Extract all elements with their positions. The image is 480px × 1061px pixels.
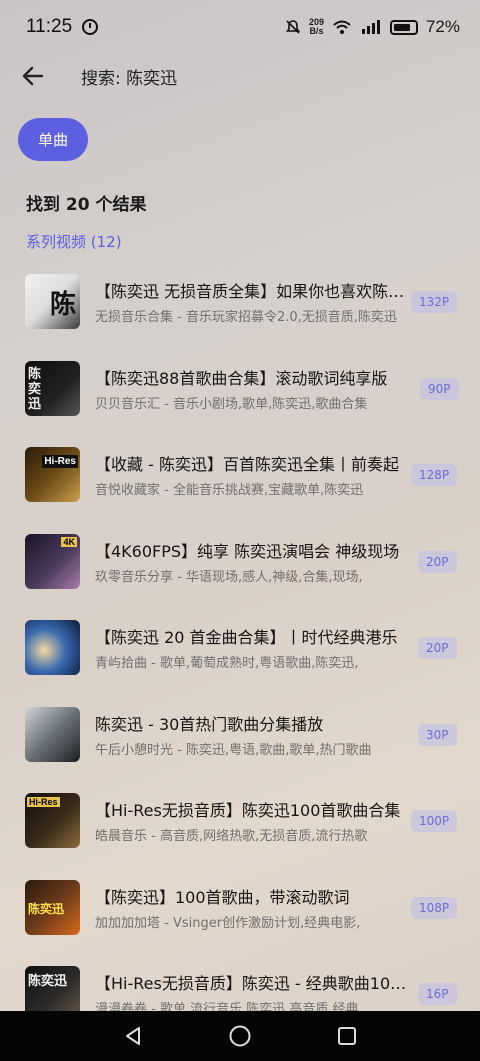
episode-count-badge: 30P — [418, 723, 457, 746]
status-time: 11:25 — [26, 16, 73, 37]
item-title: 【Hi-Res无损音质】陈奕迅100首歌曲合集 — [95, 801, 401, 820]
item-subtitle: 青屿拾曲 - 歌单,葡萄成熟时,粤语歌曲,陈奕迅, — [95, 656, 359, 671]
item-title: 【陈奕迅88首歌曲合集】滚动歌词纯享版 — [95, 368, 388, 388]
status-bar: 11:25 209 B/s 72% — [0, 0, 480, 54]
results-count: 找到 20 个结果 — [26, 195, 147, 215]
top-bar: 搜索: 陈奕迅 — [0, 54, 480, 98]
thumbnail-text: Hi-Res — [42, 455, 78, 468]
video-thumbnail: Hi-Res — [25, 447, 80, 502]
battery-level: 72% — [425, 17, 460, 36]
signal-icon — [361, 20, 380, 34]
video-thumbnail — [25, 620, 80, 675]
episode-count-badge: 128P — [411, 464, 458, 486]
triangle-back-icon — [126, 1027, 141, 1045]
episode-count-badge: 100P — [411, 810, 458, 832]
list-item[interactable]: 陈奕迅 【陈奕迅88首歌曲合集】滚动歌词纯享版 贝贝音乐汇 - 音乐小剧场,歌单… — [0, 347, 480, 434]
video-thumbnail: 4K — [25, 533, 80, 589]
list-item[interactable]: 陈 【陈奕迅 无损音质全集】如果你也喜欢陈奕迅 无损音乐合集 - 音乐玩家招募令… — [0, 260, 480, 347]
thumbnail-text: 陈 — [49, 290, 76, 320]
item-title: 【收藏 - 陈奕迅】百首陈奕迅全集丨前奏起 — [95, 455, 399, 474]
item-subtitle: 皓晨音乐 - 高音质,网络热歌,无损音质,流行热歌 — [95, 829, 368, 844]
results-list: 陈 【陈奕迅 无损音质全集】如果你也喜欢陈奕迅 无损音乐合集 - 音乐玩家招募令… — [0, 260, 480, 1039]
item-title: 【Hi-Res无损音质】陈奕迅 - 经典歌曲100首 — [95, 974, 411, 993]
list-item[interactable]: 陈奕迅 【陈奕迅】100首歌曲，带滚动歌词 加加加加塔 - Vsinger创作激… — [0, 866, 480, 953]
battery-icon — [389, 19, 418, 35]
thumbnail-text: 陈奕迅 — [28, 974, 68, 989]
item-title: 【4K60FPS】纯享 陈奕迅演唱会 神级现场 — [95, 541, 400, 561]
section-label-series-videos[interactable]: 系列视频 (12) — [26, 231, 122, 252]
nav-recents-button[interactable] — [332, 1021, 362, 1051]
circle-home-icon — [229, 1025, 251, 1047]
item-subtitle: 音悦收藏家 - 全能音乐挑战赛,宝藏歌单,陈奕迅 — [95, 483, 364, 498]
list-item[interactable]: Hi-Res 【Hi-Res无损音质】陈奕迅100首歌曲合集 皓晨音乐 - 高音… — [0, 779, 480, 866]
item-subtitle: 无损音乐合集 - 音乐玩家招募令2.0,无损音质,陈奕迅 — [95, 310, 397, 325]
mute-bell-icon — [285, 20, 301, 34]
network-speed: 209 B/s — [309, 18, 324, 36]
item-title: 【陈奕迅】100首歌曲，带滚动歌词 — [95, 887, 350, 907]
episode-count-badge: 90P — [420, 377, 459, 400]
nav-home-button[interactable] — [225, 1021, 255, 1051]
thumbnail-text: 陈奕迅 — [28, 366, 42, 412]
episode-count-badge: 16P — [418, 983, 457, 1005]
item-subtitle: 午后小憩时光 - 陈奕迅,粤语,歌曲,歌单,热门歌曲 — [95, 742, 372, 758]
network-speed-unit: B/s — [309, 26, 324, 36]
system-nav-bar — [0, 1011, 480, 1061]
back-button[interactable] — [13, 56, 53, 96]
square-recents-icon — [337, 1027, 356, 1045]
alarm-icon — [82, 19, 99, 35]
thumbnail-text: Hi-Res — [27, 797, 60, 807]
list-item[interactable]: 【陈奕迅 20 首金曲合集】丨时代经典港乐 青屿拾曲 - 歌单,葡萄成熟时,粤语… — [0, 606, 480, 693]
item-subtitle: 贝贝音乐汇 - 音乐小剧场,歌单,陈奕迅,歌曲合集 — [95, 396, 368, 412]
status-icons: 209 B/s 72% — [285, 17, 460, 37]
nav-back-button[interactable] — [118, 1021, 148, 1051]
video-thumbnail: Hi-Res — [25, 793, 80, 848]
item-title: 【陈奕迅 20 首金曲合集】丨时代经典港乐 — [95, 628, 398, 647]
list-item[interactable]: 陈奕迅 - 30首热门歌曲分集播放 午后小憩时光 - 陈奕迅,粤语,歌曲,歌单,… — [0, 693, 480, 780]
video-thumbnail: 陈奕迅 — [25, 879, 80, 935]
episode-count-badge: 108P — [411, 896, 458, 919]
item-title: 陈奕迅 - 30首热门歌曲分集播放 — [95, 714, 324, 734]
item-title: 【陈奕迅 无损音质全集】如果你也喜欢陈奕迅 — [95, 282, 411, 301]
video-thumbnail: 陈 — [25, 274, 80, 329]
item-subtitle: 加加加加塔 - Vsinger创作激励计划,经典电影, — [95, 915, 361, 931]
item-subtitle: 玖零音乐分享 - 华语现场,感人,神级,合集,现场, — [95, 569, 363, 585]
video-thumbnail: 陈奕迅 — [25, 360, 80, 416]
episode-count-badge: 132P — [411, 291, 458, 313]
list-item[interactable]: Hi-Res 【收藏 - 陈奕迅】百首陈奕迅全集丨前奏起 音悦收藏家 - 全能音… — [0, 433, 480, 520]
list-item[interactable]: 4K 【4K60FPS】纯享 陈奕迅演唱会 神级现场 玖零音乐分享 - 华语现场… — [0, 520, 480, 607]
episode-count-badge: 20P — [418, 550, 457, 573]
episode-count-badge: 20P — [418, 637, 457, 659]
video-thumbnail — [25, 706, 80, 762]
page-title: 搜索: 陈奕迅 — [81, 68, 178, 89]
thumbnail-text: 陈奕迅 — [28, 901, 65, 916]
filter-chip-single[interactable]: 单曲 — [18, 118, 88, 161]
wifi-icon — [333, 20, 351, 34]
thumbnail-text: 4K — [61, 536, 77, 547]
arrow-left-icon — [22, 66, 44, 86]
